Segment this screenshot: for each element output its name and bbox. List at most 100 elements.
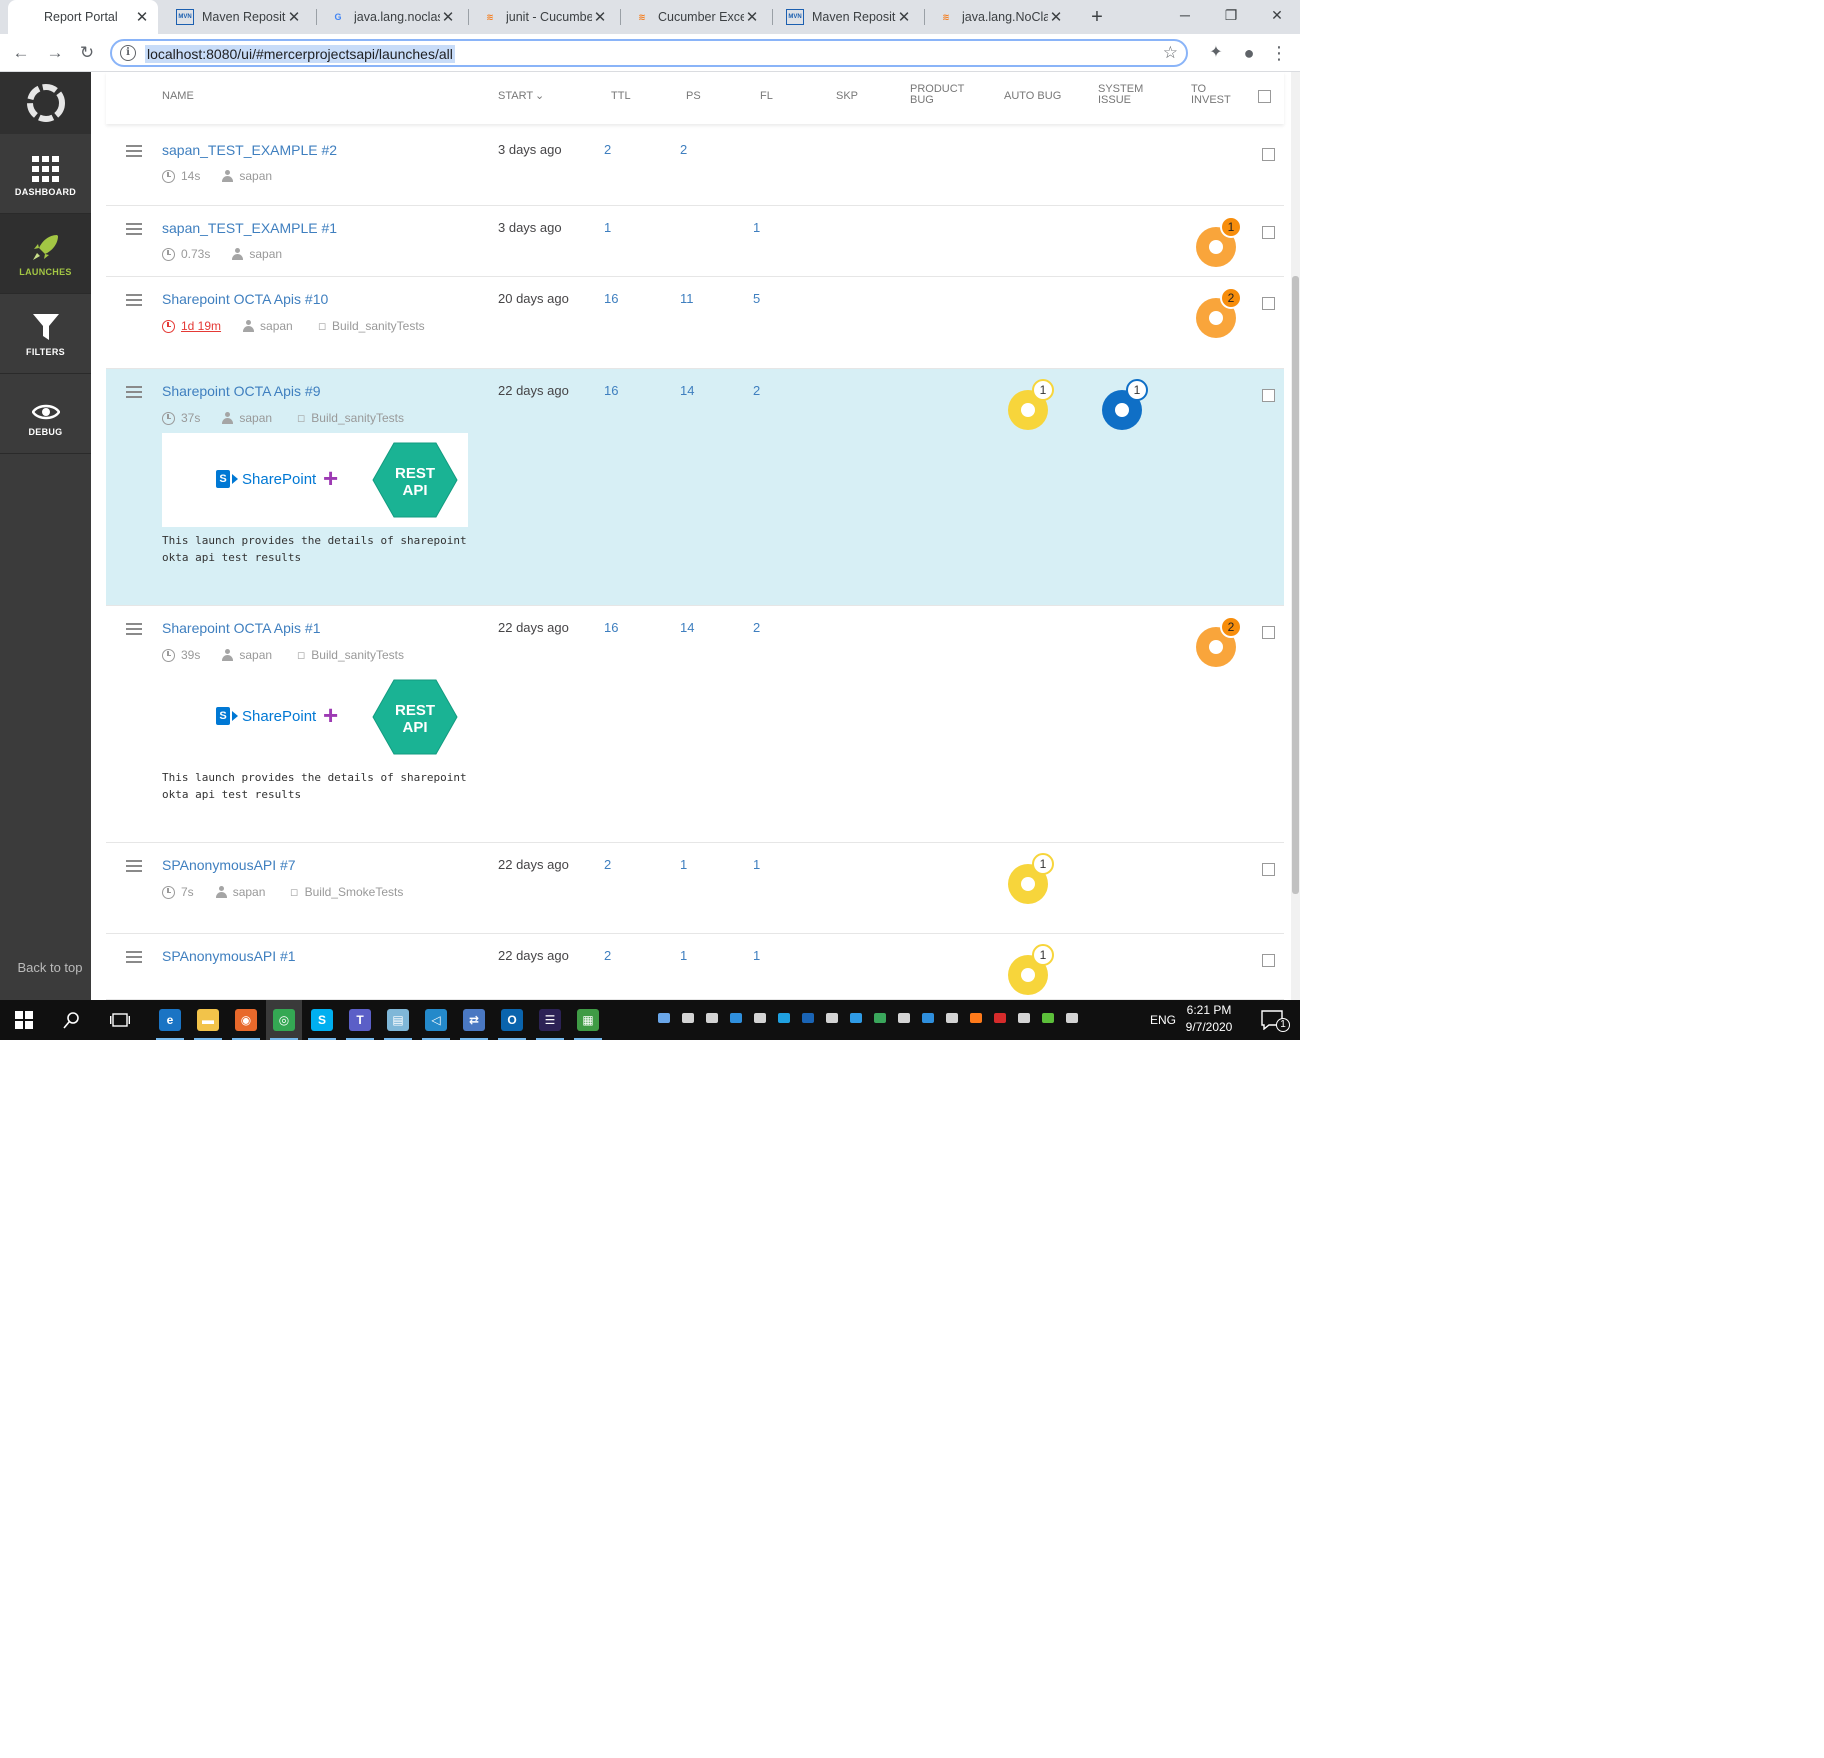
- vscode-icon[interactable]: ◁: [418, 1000, 454, 1040]
- count-ps[interactable]: 1: [680, 857, 687, 872]
- browser-tab[interactable]: MVN Maven Reposito ✕: [774, 0, 920, 34]
- launch-owner[interactable]: sapan: [260, 319, 293, 333]
- column-start[interactable]: START ⌄: [498, 91, 544, 102]
- launch-name-link[interactable]: Sharepoint OCTA Apis #9: [162, 383, 321, 399]
- count-ttl[interactable]: 1: [604, 220, 611, 235]
- column-system-issue[interactable]: SYSTEM ISSUE: [1098, 84, 1143, 106]
- tray-icon[interactable]: [729, 1011, 743, 1027]
- reload-button[interactable]: ↻: [74, 40, 100, 66]
- close-tab-icon[interactable]: ✕: [744, 8, 760, 26]
- language-indicator[interactable]: ENG: [1150, 1013, 1176, 1027]
- launch-menu-icon[interactable]: [126, 145, 142, 160]
- launch-menu-icon[interactable]: [126, 860, 142, 875]
- sidebar-item-dashboard[interactable]: DASHBOARD: [0, 134, 91, 214]
- launch-owner[interactable]: sapan: [249, 247, 282, 261]
- close-tab-icon[interactable]: ✕: [440, 8, 456, 26]
- to-invest-donut-icon[interactable]: 1: [1196, 216, 1242, 267]
- row-select-checkbox[interactable]: [1262, 148, 1275, 161]
- clock[interactable]: 6:21 PM 9/7/2020: [1178, 1003, 1240, 1034]
- select-all-checkbox[interactable]: [1258, 90, 1271, 103]
- address-bar[interactable]: i localhost:8080/ui/#mercerprojectsapi/l…: [110, 39, 1188, 67]
- row-select-checkbox[interactable]: [1262, 226, 1275, 239]
- launch-owner[interactable]: sapan: [239, 411, 272, 425]
- launch-name-link[interactable]: sapan_TEST_EXAMPLE #2: [162, 142, 337, 158]
- row-select-checkbox[interactable]: [1262, 863, 1275, 876]
- launch-menu-icon[interactable]: [126, 386, 142, 401]
- outlook-icon[interactable]: O: [494, 1000, 530, 1040]
- sidebar-item-debug[interactable]: DEBUG: [0, 374, 91, 454]
- back-button[interactable]: ←: [8, 40, 34, 66]
- sidebar-item-launches[interactable]: LAUNCHES: [0, 214, 91, 294]
- count-ttl[interactable]: 2: [604, 857, 611, 872]
- browser-tab[interactable]: ≋ junit - Cucumbe ✕: [470, 0, 616, 34]
- browser-tab[interactable]: ≋ java.lang.NoCla ✕: [926, 0, 1072, 34]
- launch-attribute-tag[interactable]: Build_sanityTests: [332, 319, 425, 333]
- teams-icon[interactable]: T: [342, 1000, 378, 1040]
- url-text[interactable]: localhost:8080/ui/#mercerprojectsapi/lau…: [145, 45, 455, 63]
- auto-bug-donut-icon[interactable]: 1: [1008, 944, 1054, 995]
- bookmark-star-icon[interactable]: ☆: [1163, 43, 1178, 63]
- count-ttl[interactable]: 2: [604, 142, 611, 157]
- tray-icon[interactable]: [945, 1011, 959, 1027]
- count-ps[interactable]: 14: [680, 620, 694, 635]
- file-explorer-icon[interactable]: ▬: [190, 1000, 226, 1040]
- firefox-icon[interactable]: ◉: [228, 1000, 264, 1040]
- tray-icon[interactable]: [849, 1011, 863, 1027]
- launch-menu-icon[interactable]: [126, 623, 142, 638]
- auto-bug-donut-icon[interactable]: 1: [1008, 379, 1054, 430]
- row-select-checkbox[interactable]: [1262, 389, 1275, 402]
- launch-name-link[interactable]: SPAnonymousAPI #1: [162, 948, 296, 964]
- browser-menu-icon[interactable]: ⋮: [1268, 42, 1290, 64]
- count-fl[interactable]: 1: [753, 948, 760, 963]
- network-icon[interactable]: ⇄: [456, 1000, 492, 1040]
- launch-menu-icon[interactable]: [126, 223, 142, 238]
- browser-tab[interactable]: Report Portal ✕: [8, 0, 158, 34]
- count-ps[interactable]: 14: [680, 383, 694, 398]
- launch-name-link[interactable]: sapan_TEST_EXAMPLE #1: [162, 220, 337, 236]
- column-to-invest[interactable]: TO INVEST: [1191, 84, 1231, 106]
- close-tab-icon[interactable]: ✕: [134, 8, 150, 26]
- system-issue-donut-icon[interactable]: 1: [1102, 379, 1148, 430]
- tray-icon[interactable]: [1017, 1011, 1031, 1027]
- launch-name-link[interactable]: Sharepoint OCTA Apis #1: [162, 620, 321, 636]
- tray-icon[interactable]: [681, 1011, 695, 1027]
- browser-tab[interactable]: Gjava.lang.noclas ✕: [318, 0, 464, 34]
- skype-icon[interactable]: S: [304, 1000, 340, 1040]
- restore-window-button[interactable]: ❐: [1208, 0, 1254, 30]
- chart-app-icon[interactable]: ▦: [570, 1000, 606, 1040]
- tray-icon[interactable]: [969, 1011, 983, 1027]
- search-icon[interactable]: [54, 1000, 90, 1040]
- extensions-icon[interactable]: ✦: [1205, 42, 1227, 64]
- launch-name-link[interactable]: Sharepoint OCTA Apis #10: [162, 291, 328, 307]
- count-fl[interactable]: 5: [753, 291, 760, 306]
- profile-icon[interactable]: ●: [1238, 42, 1260, 64]
- column-skp[interactable]: SKP: [836, 91, 858, 102]
- eclipse-icon[interactable]: ☰: [532, 1000, 568, 1040]
- reportportal-logo[interactable]: [0, 72, 91, 134]
- minimize-window-button[interactable]: ─: [1162, 0, 1208, 30]
- chrome-icon[interactable]: ◎: [266, 1000, 302, 1040]
- close-window-button[interactable]: ✕: [1254, 0, 1300, 30]
- site-info-icon[interactable]: i: [120, 45, 136, 61]
- close-tab-icon[interactable]: ✕: [592, 8, 608, 26]
- new-tab-button[interactable]: +: [1084, 4, 1110, 30]
- count-ps[interactable]: 11: [680, 291, 694, 306]
- column-product-bug[interactable]: PRODUCT BUG: [910, 84, 964, 106]
- notifications-icon[interactable]: 1: [1254, 1000, 1290, 1040]
- row-select-checkbox[interactable]: [1262, 297, 1275, 310]
- task-view-icon[interactable]: [102, 1000, 138, 1040]
- tray-icon[interactable]: [777, 1011, 791, 1027]
- count-ttl[interactable]: 16: [604, 291, 618, 306]
- launch-attribute-tag[interactable]: Build_sanityTests: [311, 411, 404, 425]
- forward-button[interactable]: →: [42, 40, 68, 66]
- close-tab-icon[interactable]: ✕: [286, 8, 302, 26]
- count-fl[interactable]: 1: [753, 220, 760, 235]
- notepad-icon[interactable]: ▤: [380, 1000, 416, 1040]
- column-fl[interactable]: FL: [760, 91, 773, 102]
- launch-owner[interactable]: sapan: [239, 169, 272, 183]
- edge-icon[interactable]: e: [152, 1000, 188, 1040]
- count-ttl[interactable]: 16: [604, 383, 618, 398]
- auto-bug-donut-icon[interactable]: 1: [1008, 853, 1054, 904]
- tray-icon[interactable]: [897, 1011, 911, 1027]
- column-name[interactable]: NAME: [162, 91, 194, 102]
